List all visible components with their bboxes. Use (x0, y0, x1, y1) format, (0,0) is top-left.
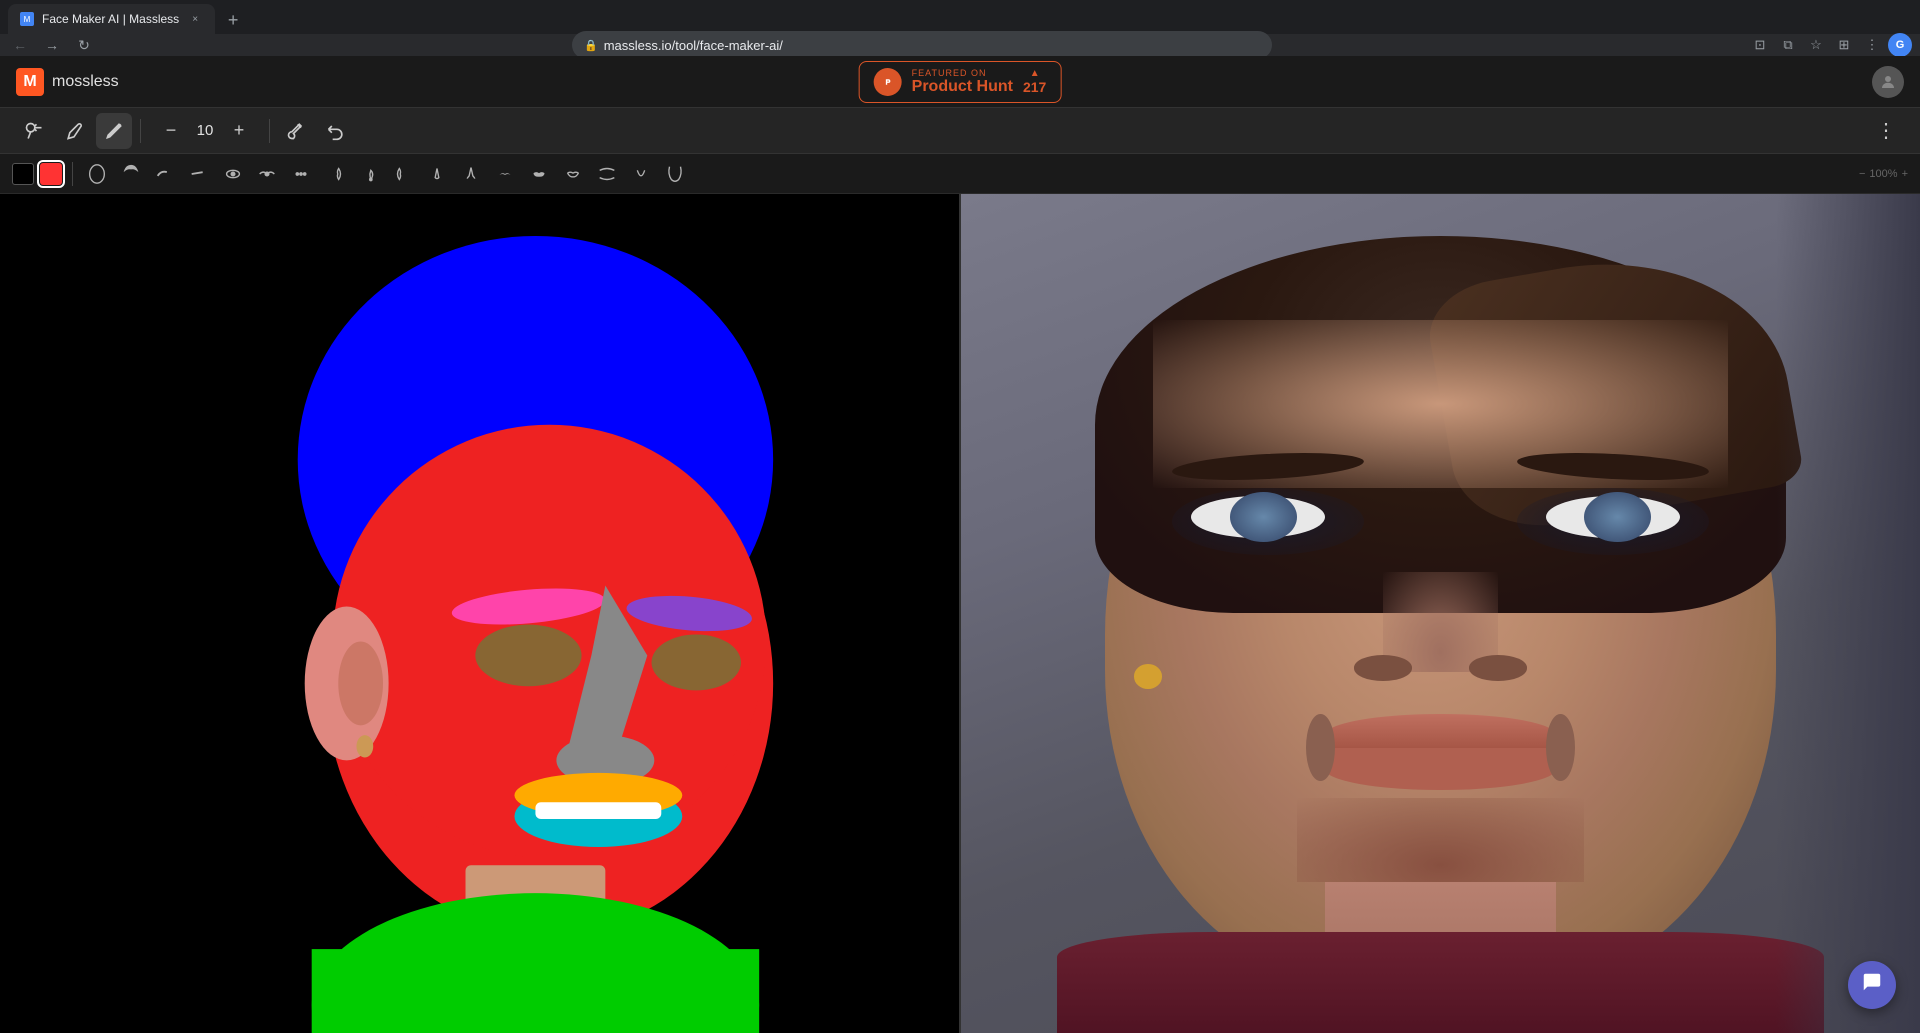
extension-icon[interactable]: ⧉ (1776, 33, 1800, 57)
featured-label: FEATURED ON (912, 68, 1013, 78)
lock-icon: 🔒 (584, 39, 598, 52)
ear-right-part[interactable] (321, 160, 349, 188)
pencil-tool[interactable] (96, 113, 132, 149)
upvote-arrow: ▲ (1030, 68, 1040, 79)
tab-close-button[interactable]: × (187, 11, 203, 27)
lips-full-part[interactable] (525, 160, 553, 188)
increase-brush-size-button[interactable]: + (225, 117, 253, 145)
undo-button[interactable] (318, 113, 354, 149)
brush-size-control: − 10 + (149, 117, 261, 145)
drawing-canvas[interactable] (0, 194, 961, 1033)
color-toolbar: − 100% + (0, 154, 1920, 194)
user-profile-button[interactable]: G (1888, 33, 1912, 57)
toolbar-separator-2 (269, 119, 270, 143)
product-hunt-name: Product Hunt (912, 78, 1013, 96)
face-drawing-svg (0, 194, 959, 1033)
reload-button[interactable]: ↻ (72, 33, 96, 57)
decrease-brush-size-button[interactable]: − (157, 117, 185, 145)
profile-icon[interactable]: ⋮ (1860, 33, 1884, 57)
ear-left-part[interactable] (389, 160, 417, 188)
eye-half-part[interactable] (253, 160, 281, 188)
new-tab-button[interactable]: + (219, 6, 247, 34)
product-hunt-badge[interactable]: FEATURED ON Product Hunt ▲ 217 (859, 61, 1062, 103)
tab-title: Face Maker AI | Massless (42, 12, 179, 26)
zoom-plus[interactable]: + (1902, 168, 1908, 180)
logo-mark: M (16, 68, 44, 96)
hair-top-part[interactable] (117, 160, 145, 188)
face-horizontal-part[interactable] (593, 160, 621, 188)
active-tab[interactable]: M Face Maker AI | Massless × (8, 4, 215, 34)
nose-side-part[interactable] (457, 160, 485, 188)
product-hunt-text: FEATURED ON Product Hunt (912, 68, 1013, 96)
chin-drop-part[interactable] (627, 160, 655, 188)
logo-text: mossless (52, 73, 119, 91)
black-swatch[interactable] (12, 163, 34, 185)
extension2-icon[interactable]: ⊞ (1832, 33, 1856, 57)
toolbar-separator-1 (140, 119, 141, 143)
address-bar[interactable]: 🔒 massless.io/tool/face-maker-ai/ (572, 31, 1272, 59)
more-options-button[interactable]: ⋮ (1868, 113, 1904, 149)
face-outline-part[interactable] (83, 160, 111, 188)
browser-toolbar-icons: ⊡ ⧉ ☆ ⊞ ⋮ G (1748, 33, 1912, 57)
lips-smile-part[interactable] (559, 160, 587, 188)
red-swatch[interactable] (40, 163, 62, 185)
color-separator (72, 162, 73, 186)
browser-toolbar: ← → ↻ 🔒 massless.io/tool/face-maker-ai/ … (0, 34, 1920, 56)
zoom-minus[interactable]: − (1859, 168, 1865, 180)
url-text: massless.io/tool/face-maker-ai/ (604, 38, 1260, 53)
vote-count: 217 (1023, 79, 1046, 95)
browser-chrome: M Face Maker AI | Massless × + ← → ↻ 🔒 m… (0, 0, 1920, 56)
bookmark-icon[interactable]: ☆ (1804, 33, 1828, 57)
header-center: FEATURED ON Product Hunt ▲ 217 (859, 61, 1062, 103)
drawing-toolbar: − 10 + ⋮ (0, 108, 1920, 154)
product-hunt-count: ▲ 217 (1023, 68, 1046, 95)
eyebrow-arch-part[interactable] (151, 160, 179, 188)
main-content (0, 194, 1920, 1033)
generated-face-canvas (961, 194, 1920, 1033)
airbrush-tool[interactable] (16, 113, 52, 149)
pen-tool[interactable] (56, 113, 92, 149)
user-avatar[interactable] (1872, 66, 1904, 98)
fill-tool[interactable] (278, 113, 314, 149)
back-button[interactable]: ← (8, 33, 32, 57)
mossless-logo[interactable]: M mossless (16, 68, 119, 96)
app-container: M mossless FEATURED ON Product Hunt ▲ 21… (0, 56, 1920, 1033)
ear-lobe-part[interactable] (355, 160, 383, 188)
lips-upper-part[interactable] (491, 160, 519, 188)
nose-button-part[interactable] (423, 160, 451, 188)
tab-favicon: M (20, 12, 34, 26)
chat-icon (1861, 971, 1883, 999)
brush-size-value: 10 (193, 122, 217, 139)
cast-icon[interactable]: ⊡ (1748, 33, 1772, 57)
app-header: M mossless FEATURED ON Product Hunt ▲ 21… (0, 56, 1920, 108)
ai-generated-face (961, 194, 1920, 1033)
eyebrow-line-part[interactable] (185, 160, 213, 188)
chat-button[interactable] (1848, 961, 1896, 1009)
eye-dots-part[interactable] (287, 160, 315, 188)
tab-bar: M Face Maker AI | Massless × + (0, 0, 1920, 34)
product-hunt-icon (874, 68, 902, 96)
jaw-outline-part[interactable] (661, 160, 689, 188)
forward-button[interactable]: → (40, 33, 64, 57)
zoom-level: 100% (1869, 168, 1897, 180)
eye-open-part[interactable] (219, 160, 247, 188)
header-right (1872, 66, 1904, 98)
